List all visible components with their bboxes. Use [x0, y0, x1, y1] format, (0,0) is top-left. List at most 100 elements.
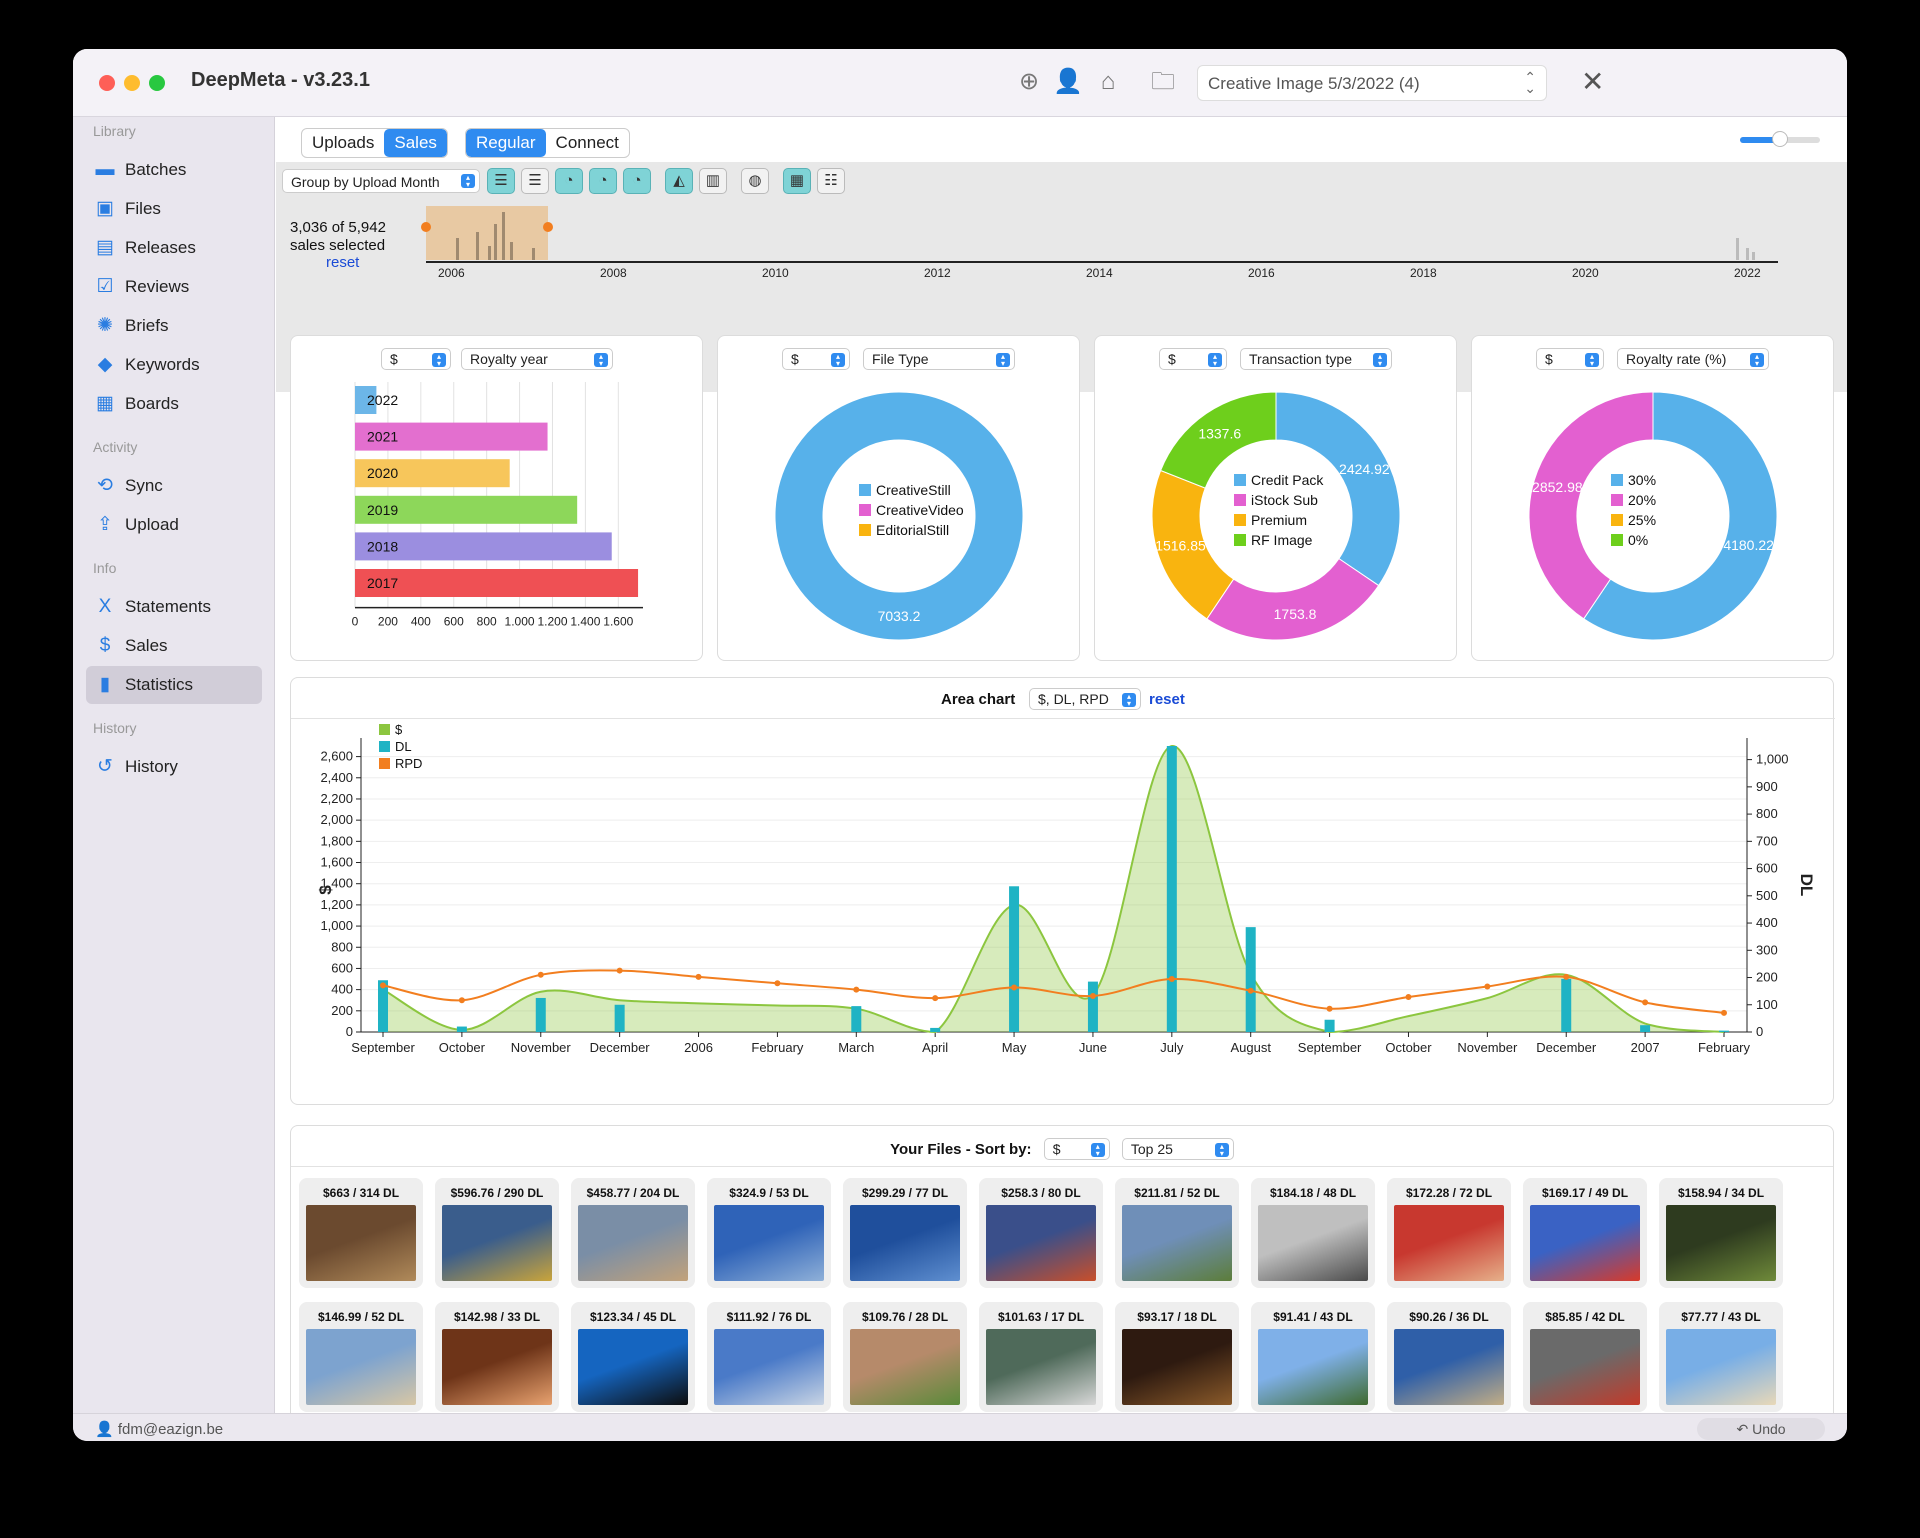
dl-bar[interactable]: [1640, 1025, 1651, 1032]
dl-bar[interactable]: [456, 1026, 467, 1032]
file-tile[interactable]: $111.92 / 76 DL: [707, 1302, 831, 1412]
donut-slice-iStock Sub[interactable]: [1206, 557, 1380, 641]
add-home-icon[interactable]: ⌂: [1093, 67, 1123, 97]
file-tile[interactable]: $101.63 / 17 DL: [979, 1302, 1103, 1412]
zoom-slider[interactable]: [1740, 131, 1820, 147]
globe-icon[interactable]: ◍: [741, 168, 769, 194]
file-tile[interactable]: $184.18 / 48 DL: [1251, 1178, 1375, 1288]
sidebar-item-statements[interactable]: X Statements: [86, 588, 262, 626]
rpd-point[interactable]: [1563, 973, 1570, 980]
zoom-slider-knob[interactable]: [1772, 131, 1788, 147]
dl-bar[interactable]: [930, 1027, 941, 1032]
dl-bar[interactable]: [1087, 981, 1098, 1032]
bar-dimension-select[interactable]: Royalty year ▴ ▾: [461, 348, 613, 370]
group-by-select[interactable]: Group by Upload Month ▴ ▾: [282, 169, 480, 193]
pie-chart-2-icon[interactable]: ◔: [589, 168, 617, 194]
rpd-point[interactable]: [932, 995, 939, 1002]
file-tile[interactable]: $109.76 / 28 DL: [843, 1302, 967, 1412]
sidebar-item-keywords[interactable]: ◆ Keywords: [86, 346, 262, 384]
rpd-point[interactable]: [1089, 992, 1096, 999]
file-tile[interactable]: $169.17 / 49 DL: [1523, 1178, 1647, 1288]
rpd-point[interactable]: [1721, 1009, 1727, 1016]
area-reset-link[interactable]: reset: [1149, 691, 1185, 708]
rpd-point[interactable]: [458, 997, 465, 1004]
file-tile[interactable]: $663 / 314 DL: [299, 1178, 423, 1288]
zoom-window-button[interactable]: [149, 75, 165, 91]
brush-right-handle[interactable]: [543, 222, 553, 232]
rpd-point[interactable]: [380, 982, 386, 989]
document-select[interactable]: Creative Image 5/3/2022 (4) ⌃ ⌄: [1197, 65, 1547, 101]
dl-bar[interactable]: [1719, 1030, 1729, 1032]
rpd-point[interactable]: [1405, 994, 1412, 1001]
file-tile[interactable]: $211.81 / 52 DL: [1115, 1178, 1239, 1288]
file-tile[interactable]: $258.3 / 80 DL: [979, 1178, 1103, 1288]
undo-button[interactable]: ↶ Undo: [1697, 1418, 1825, 1440]
sidebar-item-history[interactable]: ↺ History: [86, 748, 262, 786]
sidebar-item-reviews[interactable]: ☑ Reviews: [86, 268, 262, 306]
file-tile[interactable]: $91.41 / 43 DL: [1251, 1302, 1375, 1412]
bar-measure-select[interactable]: $ ▴ ▾: [381, 348, 451, 370]
rpd-point[interactable]: [537, 971, 544, 978]
file-tile[interactable]: $123.34 / 45 DL: [571, 1302, 695, 1412]
file-tile[interactable]: $458.77 / 204 DL: [571, 1178, 695, 1288]
rpd-point[interactable]: [1326, 1005, 1333, 1012]
file-tile[interactable]: $90.26 / 36 DL: [1387, 1302, 1511, 1412]
rpd-point[interactable]: [1247, 987, 1254, 994]
user-account[interactable]: 👤 fdm@eazign.be: [95, 1420, 223, 1438]
brush-left-handle[interactable]: [421, 222, 431, 232]
pie-chart-3-icon[interactable]: ◔: [623, 168, 651, 194]
donut-slice-Credit Pack[interactable]: [1275, 391, 1401, 587]
files-limit-select[interactable]: Top 25 ▴ ▾: [1121, 1138, 1234, 1160]
dl-bar[interactable]: [1324, 1019, 1335, 1032]
dl-bar[interactable]: [614, 1004, 625, 1032]
transaction-measure-select[interactable]: $ ▴ ▾: [1159, 348, 1227, 370]
rpd-point[interactable]: [1168, 976, 1175, 983]
file-tile[interactable]: $146.99 / 52 DL: [299, 1302, 423, 1412]
filetype-measure-select[interactable]: $ ▴ ▾: [782, 348, 850, 370]
transaction-dimension-select[interactable]: Transaction type ▴ ▾: [1240, 348, 1392, 370]
sidebar-item-sync[interactable]: ⟲ Sync: [86, 467, 262, 505]
tab-connect[interactable]: Connect: [546, 129, 629, 157]
pie-chart-1-icon[interactable]: ◔: [555, 168, 583, 194]
file-tile[interactable]: $158.94 / 34 DL: [1659, 1178, 1783, 1288]
files-sort-select[interactable]: $ ▴ ▾: [1043, 1138, 1110, 1160]
close-icon[interactable]: ✕: [1581, 65, 1604, 98]
tab-regular[interactable]: Regular: [466, 129, 546, 157]
tab-sales[interactable]: Sales: [384, 129, 447, 157]
dl-bar[interactable]: [535, 997, 546, 1032]
bar-chart-left-icon[interactable]: ☰: [487, 168, 515, 194]
sidebar-item-batches[interactable]: ▬ Batches: [86, 151, 262, 189]
timeline[interactable]: 3,036 of 5,942 sales selected reset 2006…: [276, 202, 1847, 280]
dl-bar[interactable]: [1166, 746, 1177, 1032]
dl-bar[interactable]: [1245, 927, 1256, 1032]
royalty-dimension-select[interactable]: Royalty rate (%) ▴ ▾: [1617, 348, 1769, 370]
rpd-point[interactable]: [1642, 999, 1649, 1006]
sidebar-item-files[interactable]: ▣ Files: [86, 190, 262, 228]
file-tile[interactable]: $85.85 / 42 DL: [1523, 1302, 1647, 1412]
rpd-point[interactable]: [853, 986, 860, 993]
rpd-point[interactable]: [774, 980, 781, 987]
sidebar-item-briefs[interactable]: ✺ Briefs: [86, 307, 262, 345]
file-tile[interactable]: $172.28 / 72 DL: [1387, 1178, 1511, 1288]
sidebar-item-boards[interactable]: ▦ Boards: [86, 385, 262, 423]
file-tile[interactable]: $142.98 / 33 DL: [435, 1302, 559, 1412]
list-view-icon[interactable]: ☷: [817, 168, 845, 194]
royalty-measure-select[interactable]: $ ▴ ▾: [1536, 348, 1604, 370]
add-folder-icon[interactable]: 🗀: [1143, 67, 1183, 97]
file-tile[interactable]: $324.9 / 53 DL: [707, 1178, 831, 1288]
close-window-button[interactable]: [99, 75, 115, 91]
sidebar-item-statistics[interactable]: ▮ Statistics: [86, 666, 262, 704]
sidebar-item-releases[interactable]: ▤ Releases: [86, 229, 262, 267]
column-chart-icon[interactable]: ▥: [699, 168, 727, 194]
area-measures-select[interactable]: $, DL, RPD ▴ ▾: [1029, 688, 1141, 710]
area-chart-icon[interactable]: ◭: [665, 168, 693, 194]
add-user-icon[interactable]: 👤: [1053, 67, 1083, 97]
grid-view-icon[interactable]: ▦: [783, 168, 811, 194]
tab-uploads[interactable]: Uploads: [302, 129, 384, 157]
sidebar-item-upload[interactable]: ⇪ Upload: [86, 506, 262, 544]
bar-chart-right-icon[interactable]: ☰: [521, 168, 549, 194]
rpd-point[interactable]: [1011, 984, 1018, 991]
rpd-point[interactable]: [616, 967, 623, 974]
file-tile[interactable]: $93.17 / 18 DL: [1115, 1302, 1239, 1412]
add-icon[interactable]: ⊕: [1014, 67, 1044, 97]
